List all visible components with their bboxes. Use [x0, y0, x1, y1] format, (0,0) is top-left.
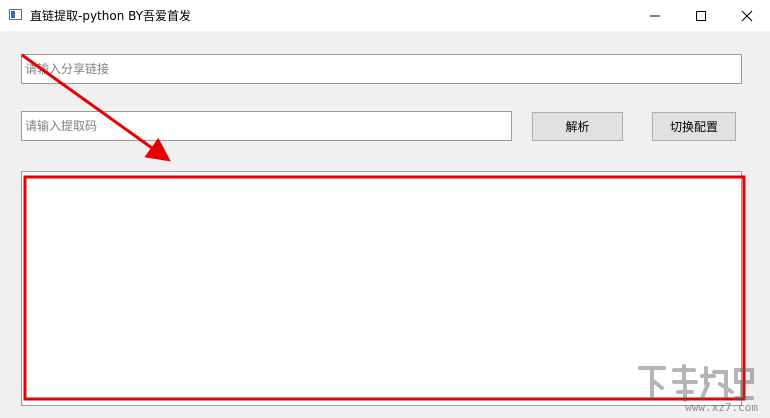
annotation-overlay [21, 53, 746, 401]
annotation-arrow [21, 53, 171, 162]
annotation-highlight-box [23, 175, 746, 401]
